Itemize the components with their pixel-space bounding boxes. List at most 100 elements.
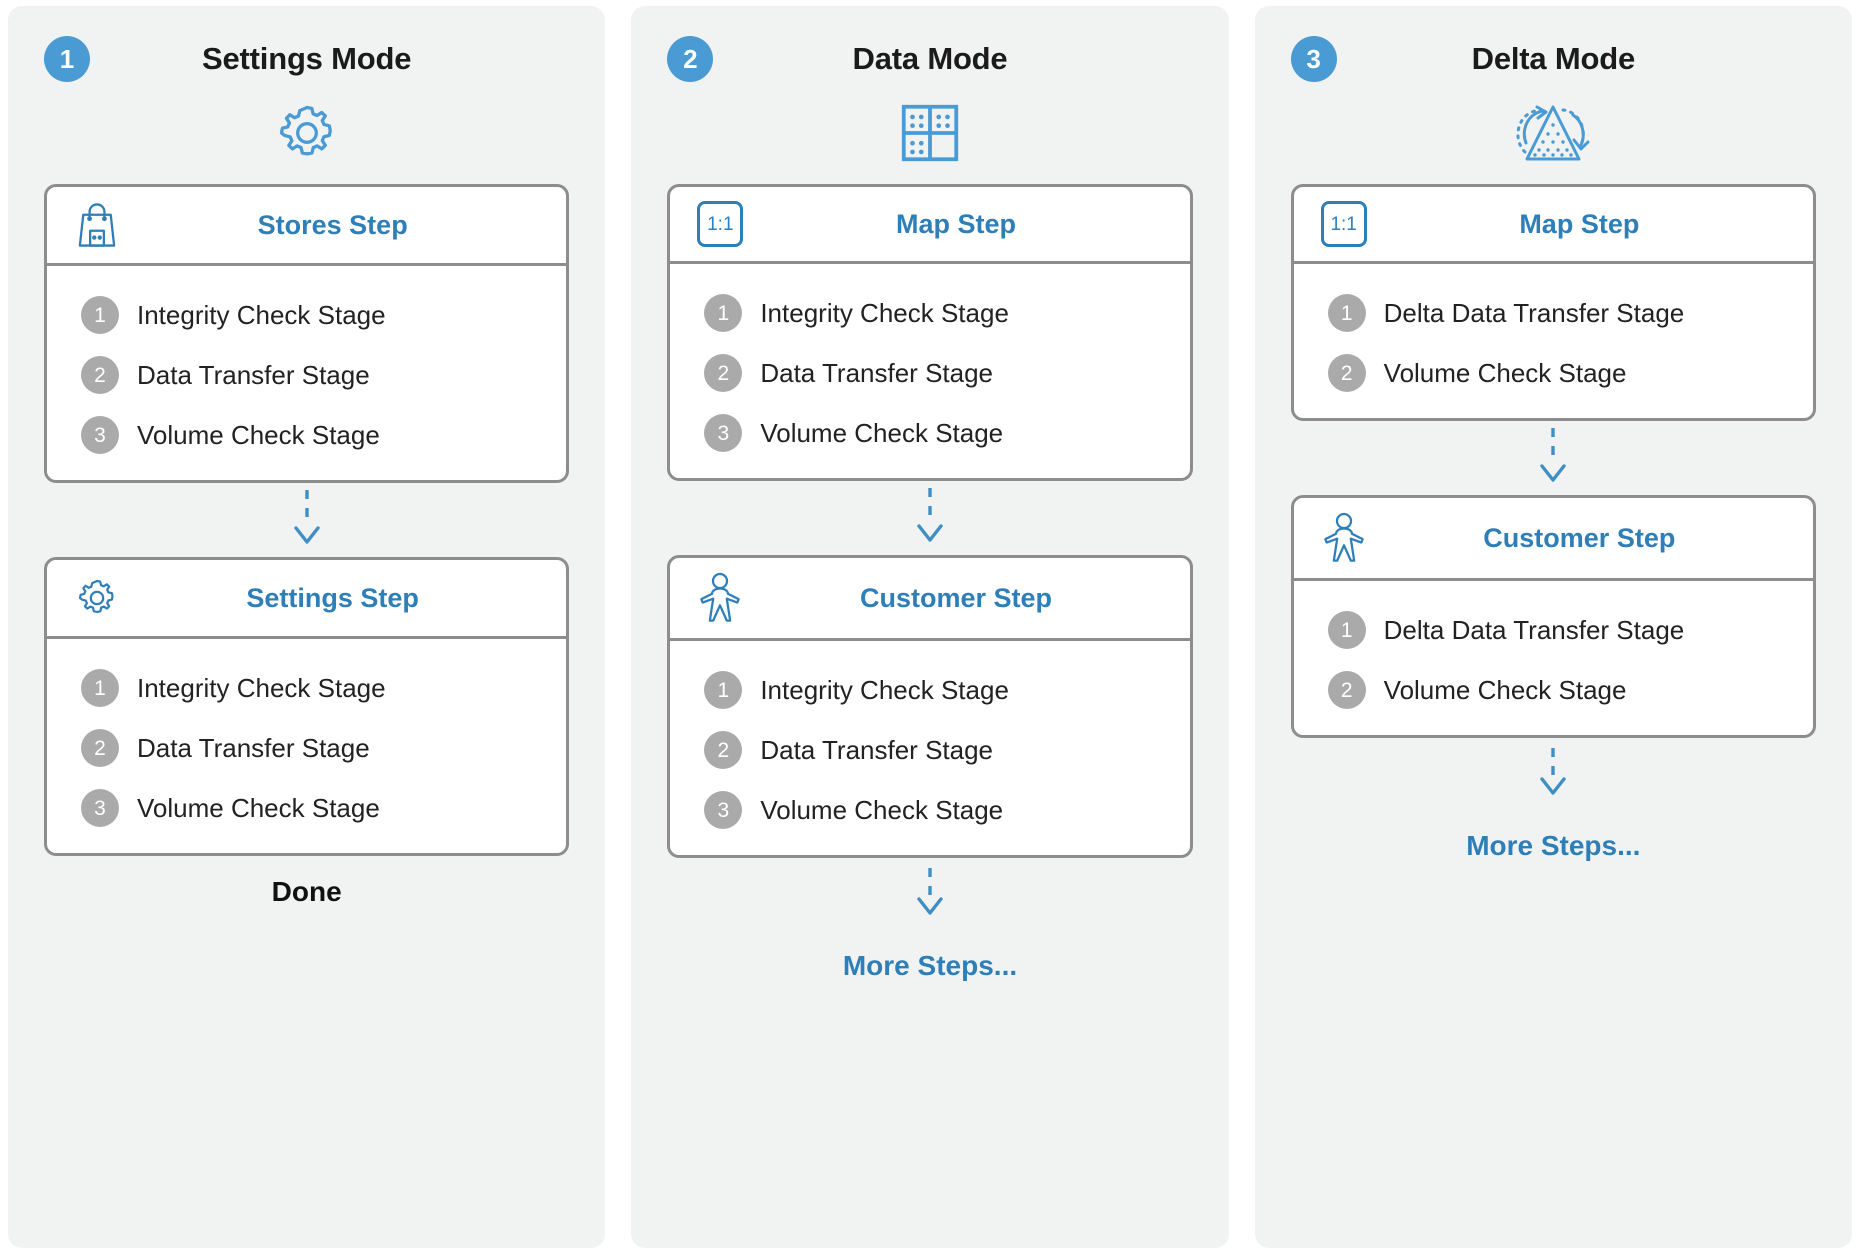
- step-card-header: 1:1 Map Step: [1293, 187, 1813, 264]
- data-grid-icon: [667, 90, 1192, 176]
- stage-item[interactable]: 2 Data Transfer Stage: [704, 354, 1179, 392]
- stage-label: Data Transfer Stage: [137, 732, 370, 763]
- stage-number: 1: [1327, 294, 1366, 332]
- stage-label: Integrity Check Stage: [760, 297, 1009, 328]
- stage-item[interactable]: 2 Data Transfer Stage: [81, 729, 556, 767]
- mode-comparison-board: 1 Settings Mode Stores Step 1 Integrity …: [0, 0, 1860, 1254]
- stage-item[interactable]: 2 Volume Check Stage: [1327, 671, 1803, 709]
- dashed-arrow-down-icon: [1291, 738, 1816, 810]
- column-delta-mode: 3 Delta Mode 1:1 Map Step 1 Delta Data T…: [1254, 6, 1852, 1248]
- step-card-title: Stores Step: [257, 209, 408, 240]
- delta-triangle-refresh-icon: [1291, 90, 1816, 176]
- stage-number: 3: [81, 789, 119, 827]
- stage-number: 2: [81, 356, 119, 394]
- step-card-header: Customer Step: [670, 558, 1190, 641]
- step-card-header: 1:1 Map Step: [670, 187, 1190, 264]
- dashed-arrow-down-icon: [667, 481, 1192, 555]
- step-card-map[interactable]: 1:1 Map Step 1 Integrity Check Stage 2 D…: [667, 184, 1193, 481]
- stage-item[interactable]: 1 Delta Data Transfer Stage: [1327, 294, 1803, 332]
- ratio-1-1-icon: 1:1: [1316, 201, 1372, 247]
- step-card-settings[interactable]: Settings Step 1 Integrity Check Stage 2 …: [44, 557, 570, 856]
- mode-number-badge: 1: [44, 36, 90, 82]
- mode-title: Data Mode: [852, 41, 1008, 76]
- stage-label: Volume Check Stage: [760, 417, 1004, 448]
- shopping-bag-icon: [69, 201, 125, 249]
- ratio-1-1-icon: 1:1: [692, 201, 748, 247]
- step-card-customer[interactable]: Customer Step 1 Delta Data Transfer Stag…: [1290, 495, 1816, 738]
- stage-item[interactable]: 3 Volume Check Stage: [81, 789, 556, 827]
- mode-number-badge: 3: [1290, 36, 1337, 82]
- stage-label: Volume Check Stage: [1383, 674, 1627, 705]
- mode-title: Settings Mode: [202, 41, 412, 76]
- step-card-header: Settings Step: [47, 560, 567, 639]
- stage-label: Integrity Check Stage: [137, 299, 386, 330]
- person-icon: [692, 572, 748, 624]
- stage-number: 1: [1327, 611, 1366, 649]
- ratio-badge-label: 1:1: [697, 201, 744, 247]
- stage-item[interactable]: 2 Volume Check Stage: [1327, 354, 1803, 392]
- stage-number: 2: [1327, 671, 1366, 709]
- stage-list: 1 Delta Data Transfer Stage 2 Volume Che…: [1294, 264, 1813, 418]
- stage-list: 1 Integrity Check Stage 2 Data Transfer …: [47, 266, 566, 480]
- stage-label: Integrity Check Stage: [137, 672, 386, 703]
- column-header: 3 Delta Mode: [1290, 28, 1816, 90]
- column-footer-more-steps[interactable]: More Steps...: [1291, 810, 1816, 882]
- step-card-customer[interactable]: Customer Step 1 Integrity Check Stage 2 …: [667, 555, 1193, 858]
- stage-label: Volume Check Stage: [1383, 357, 1627, 388]
- step-card-title: Settings Step: [246, 582, 419, 613]
- step-card-stores[interactable]: Stores Step 1 Integrity Check Stage 2 Da…: [44, 184, 570, 483]
- stage-item[interactable]: 3 Volume Check Stage: [81, 416, 556, 454]
- step-card-title: Customer Step: [859, 582, 1053, 613]
- stage-list: 1 Delta Data Transfer Stage 2 Volume Che…: [1294, 581, 1813, 735]
- step-card-map[interactable]: 1:1 Map Step 1 Delta Data Transfer Stage…: [1290, 184, 1816, 421]
- stage-item[interactable]: 3 Volume Check Stage: [704, 414, 1179, 452]
- stage-list: 1 Integrity Check Stage 2 Data Transfer …: [47, 639, 566, 853]
- stage-item[interactable]: 1 Delta Data Transfer Stage: [1327, 611, 1803, 649]
- stage-list: 1 Integrity Check Stage 2 Data Transfer …: [670, 641, 1189, 855]
- column-footer-done: Done: [271, 876, 342, 907]
- dashed-arrow-down-icon: [667, 858, 1192, 930]
- bottom-spacer: [44, 928, 569, 1232]
- stage-label: Volume Check Stage: [760, 794, 1004, 825]
- gear-icon: [69, 574, 125, 622]
- step-card-title: Map Step: [895, 208, 1016, 239]
- stage-label: Integrity Check Stage: [760, 674, 1009, 705]
- stage-item[interactable]: 2 Data Transfer Stage: [81, 356, 556, 394]
- gear-icon: [44, 90, 569, 176]
- stage-list: 1 Integrity Check Stage 2 Data Transfer …: [670, 264, 1189, 478]
- mode-title: Delta Mode: [1471, 41, 1636, 76]
- stage-item[interactable]: 1 Integrity Check Stage: [704, 671, 1179, 709]
- stage-item[interactable]: 1 Integrity Check Stage: [81, 669, 556, 707]
- stage-item[interactable]: 1 Integrity Check Stage: [704, 294, 1179, 332]
- stage-number: 3: [81, 416, 119, 454]
- stage-item[interactable]: 3 Volume Check Stage: [704, 791, 1179, 829]
- stage-number: 1: [81, 669, 119, 707]
- mode-number-badge: 2: [667, 36, 714, 82]
- stage-number: 2: [81, 729, 119, 767]
- stage-number: 1: [704, 671, 743, 709]
- stage-number: 2: [1327, 354, 1366, 392]
- stage-number: 3: [704, 791, 743, 829]
- dashed-arrow-down-icon: [44, 483, 569, 557]
- stage-number: 1: [704, 294, 743, 332]
- step-card-header: Stores Step: [47, 187, 567, 266]
- person-icon: [1316, 512, 1372, 564]
- stage-item[interactable]: 1 Integrity Check Stage: [81, 296, 556, 334]
- stage-label: Delta Data Transfer Stage: [1383, 614, 1685, 645]
- column-settings-mode: 1 Settings Mode Stores Step 1 Integrity …: [8, 6, 606, 1248]
- step-card-title: Customer Step: [1483, 522, 1676, 553]
- column-header: 2 Data Mode: [667, 28, 1192, 90]
- stage-number: 2: [704, 731, 743, 769]
- stage-label: Delta Data Transfer Stage: [1383, 297, 1685, 328]
- column-footer-more-steps[interactable]: More Steps...: [667, 930, 1192, 1002]
- stage-number: 2: [704, 354, 743, 392]
- stage-label: Data Transfer Stage: [137, 359, 370, 390]
- stage-label: Data Transfer Stage: [760, 734, 994, 765]
- column-data-mode: 2 Data Mode 1:1 Map Step 1 Integrity Che…: [631, 6, 1229, 1248]
- stage-item[interactable]: 2 Data Transfer Stage: [704, 731, 1179, 769]
- stage-label: Data Transfer Stage: [760, 357, 994, 388]
- ratio-badge-label: 1:1: [1320, 201, 1367, 247]
- dashed-arrow-down-icon: [1291, 421, 1816, 495]
- stage-label: Volume Check Stage: [137, 419, 380, 450]
- stage-label: Volume Check Stage: [137, 792, 380, 823]
